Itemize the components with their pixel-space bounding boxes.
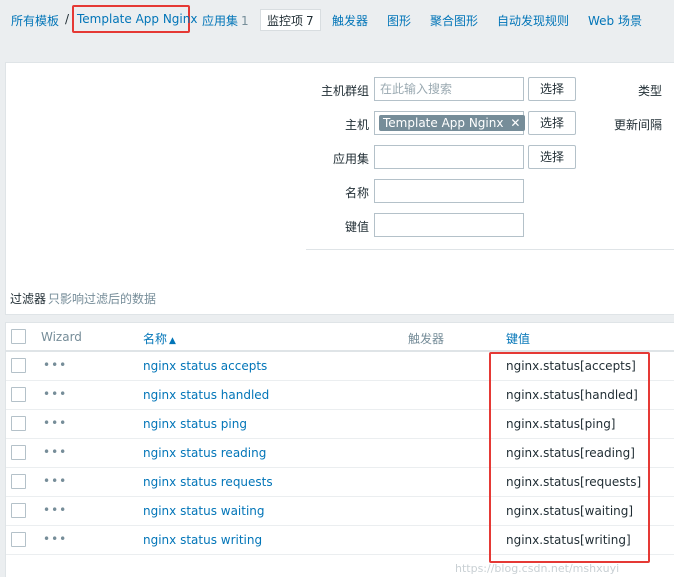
- more-icon[interactable]: •••: [43, 358, 67, 372]
- table-row: ••• nginx status requests nginx.status[r…: [6, 468, 674, 497]
- more-icon[interactable]: •••: [43, 387, 67, 401]
- host-tag-label: Template App Nginx: [383, 116, 504, 130]
- filter-divider: [306, 249, 674, 250]
- breadcrumb-current-highlight: Template App Nginx: [72, 5, 197, 33]
- item-name-link[interactable]: nginx status writing: [143, 533, 262, 547]
- host-multiselect[interactable]: Template App Nginx ✕: [374, 111, 526, 135]
- top-navigation: 所有模板 / Template App Nginx 应用集 1 监控项 7 触发器 …: [0, 0, 674, 40]
- row-checkbox[interactable]: [11, 503, 26, 518]
- table-row: ••• nginx status writing nginx.status[wr…: [6, 526, 674, 555]
- table-row: ••• nginx status accepts nginx.status[ac…: [6, 352, 674, 381]
- sort-up-icon: ▲: [169, 336, 176, 346]
- row-checkbox[interactable]: [11, 445, 26, 460]
- name-input[interactable]: [374, 179, 524, 203]
- breadcrumb-all-templates[interactable]: 所有模板: [11, 12, 59, 29]
- application-input[interactable]: [374, 145, 524, 169]
- more-icon[interactable]: •••: [43, 503, 67, 517]
- item-name-link[interactable]: nginx status ping: [143, 417, 247, 431]
- item-name-link[interactable]: nginx status reading: [143, 446, 266, 460]
- row-checkbox[interactable]: [11, 387, 26, 402]
- tab-items-count: 7: [306, 14, 314, 28]
- close-icon[interactable]: ✕: [510, 115, 520, 131]
- table-row: ••• nginx status ping nginx.status[ping]: [6, 410, 674, 439]
- item-name-link[interactable]: nginx status waiting: [143, 504, 265, 518]
- item-key: nginx.status[ping]: [506, 417, 616, 431]
- tab-applications-label: 应用集: [202, 14, 239, 28]
- item-key: nginx.status[writing]: [506, 533, 631, 547]
- breadcrumb-current-template[interactable]: Template App Nginx: [77, 12, 197, 26]
- tab-applications[interactable]: 应用集 1: [202, 12, 249, 29]
- tab-applications-count: 1: [241, 14, 249, 28]
- breadcrumb-separator: /: [65, 12, 70, 26]
- item-key: nginx.status[waiting]: [506, 504, 634, 518]
- column-wizard: Wizard: [41, 330, 82, 344]
- table-row: ••• nginx status waiting nginx.status[wa…: [6, 497, 674, 526]
- type-label: 类型: [638, 84, 663, 98]
- select-all-checkbox[interactable]: [11, 329, 26, 344]
- application-label: 应用集: [332, 152, 369, 166]
- row-checkbox[interactable]: [11, 416, 26, 431]
- row-checkbox[interactable]: [11, 474, 26, 489]
- filter-toggle[interactable]: 过滤器 只影响过滤后的数据: [10, 290, 156, 307]
- name-label: 名称: [344, 186, 369, 200]
- host-group-label: 主机群组: [320, 84, 369, 98]
- items-table: Wizard 名称 ▲ 触发器 键值 ••• nginx status accep…: [5, 322, 674, 577]
- table-row: ••• nginx status handled nginx.status[ha…: [6, 381, 674, 410]
- host-label: 主机: [344, 118, 369, 132]
- table-row: ••• nginx status reading nginx.status[re…: [6, 439, 674, 468]
- row-checkbox[interactable]: [11, 358, 26, 373]
- item-name-link[interactable]: nginx status requests: [143, 475, 273, 489]
- more-icon[interactable]: •••: [43, 416, 67, 430]
- host-select-button[interactable]: 选择: [528, 111, 576, 135]
- item-key: nginx.status[requests]: [506, 475, 642, 489]
- key-label: 键值: [344, 220, 369, 234]
- tab-screens[interactable]: 聚合图形: [430, 12, 478, 29]
- tab-items[interactable]: 监控项 7: [260, 9, 321, 31]
- more-icon[interactable]: •••: [43, 445, 67, 459]
- tab-items-label: 监控项: [267, 14, 304, 28]
- host-group-input[interactable]: 在此输入搜索: [374, 77, 524, 101]
- tab-graphs[interactable]: 图形: [387, 12, 411, 29]
- more-icon[interactable]: •••: [43, 532, 67, 546]
- tab-web-scenarios[interactable]: Web 场景: [588, 12, 642, 29]
- item-name-link[interactable]: nginx status accepts: [143, 359, 267, 373]
- row-checkbox[interactable]: [11, 532, 26, 547]
- tab-discovery-rules[interactable]: 自动发现规则: [497, 12, 569, 29]
- application-select-button[interactable]: 选择: [528, 145, 576, 169]
- filter-panel: 主机群组 在此输入搜索 选择 类型 主机 Template App Nginx ✕…: [5, 62, 674, 315]
- column-name-label: 名称: [143, 332, 168, 346]
- key-input[interactable]: [374, 213, 524, 237]
- item-name-link[interactable]: nginx status handled: [143, 388, 269, 402]
- table-header: Wizard 名称 ▲ 触发器 键值: [6, 323, 674, 352]
- filter-tab-hint: 只影响过滤后的数据: [48, 292, 157, 306]
- item-key: nginx.status[handled]: [506, 388, 638, 402]
- item-key: nginx.status[reading]: [506, 446, 635, 460]
- column-name[interactable]: 名称 ▲: [143, 330, 176, 347]
- watermark: https://blog.csdn.net/mshxuyi: [455, 562, 620, 575]
- column-key[interactable]: 键值: [506, 330, 530, 347]
- host-tag: Template App Nginx ✕: [379, 115, 526, 131]
- filter-tab-label: 过滤器: [10, 292, 47, 306]
- update-interval-label: 更新间隔: [614, 118, 663, 132]
- more-icon[interactable]: •••: [43, 474, 67, 488]
- host-group-select-button[interactable]: 选择: [528, 77, 576, 101]
- column-triggers: 触发器: [408, 332, 445, 346]
- item-key: nginx.status[accepts]: [506, 359, 636, 373]
- tab-triggers[interactable]: 触发器: [332, 12, 368, 29]
